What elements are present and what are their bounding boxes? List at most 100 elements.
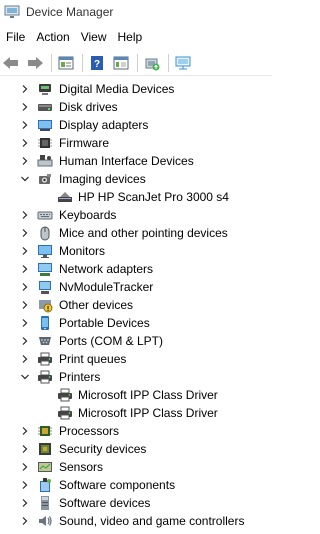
toolbar: ? xyxy=(0,50,272,76)
chevron-right-icon[interactable] xyxy=(19,352,31,366)
tree-item-digital-media-devices[interactable]: Digital Media Devices xyxy=(0,80,272,98)
tree-item-software-devices[interactable]: Software devices xyxy=(0,494,272,512)
chevron-right-icon[interactable] xyxy=(19,460,31,474)
tree-item-display-adapters[interactable]: Display adapters xyxy=(0,116,272,134)
tree-child-hp-hp-scanjet-pro-3000-s4[interactable]: HP HP ScanJet Pro 3000 s4 xyxy=(0,188,272,206)
media-icon xyxy=(37,81,53,97)
tree-item-human-interface-devices[interactable]: Human Interface Devices xyxy=(0,152,272,170)
tree-item-keyboards[interactable]: Keyboards xyxy=(0,206,272,224)
chevron-right-icon[interactable] xyxy=(19,514,31,528)
menu-view[interactable]: View xyxy=(76,30,112,44)
scanner-icon xyxy=(57,189,73,205)
display-icon xyxy=(37,117,53,133)
chevron-right-icon[interactable] xyxy=(19,478,31,492)
tree-item-portable-devices[interactable]: Portable Devices xyxy=(0,314,272,332)
scan-hardware-button[interactable] xyxy=(172,52,194,74)
chevron-right-icon[interactable] xyxy=(19,226,31,240)
chevron-right-icon[interactable] xyxy=(19,244,31,258)
properties-icon xyxy=(58,56,74,69)
chip-icon xyxy=(37,135,53,151)
tree-child-microsoft-ipp-class-driver[interactable]: Microsoft IPP Class Driver xyxy=(0,386,272,404)
chevron-right-icon[interactable] xyxy=(19,262,31,276)
chevron-right-icon[interactable] xyxy=(19,100,31,114)
chevron-right-icon[interactable] xyxy=(19,496,31,510)
properties-button[interactable] xyxy=(55,52,77,74)
menu-help[interactable]: Help xyxy=(113,30,148,44)
tree-item-label: Sound, video and game controllers xyxy=(59,514,245,528)
device-manager-icon xyxy=(4,5,20,18)
back-button[interactable] xyxy=(0,52,22,74)
chevron-right-icon[interactable] xyxy=(19,118,31,132)
chevron-right-icon[interactable] xyxy=(19,154,31,168)
resource-view-button[interactable] xyxy=(110,52,132,74)
printer-icon xyxy=(57,387,73,403)
tree-item-software-components[interactable]: Software components xyxy=(0,476,272,494)
printer-icon xyxy=(37,351,53,367)
tree-item-disk-drives[interactable]: Disk drives xyxy=(0,98,272,116)
tree-item-other-devices[interactable]: ! Other devices xyxy=(0,296,272,314)
mouse-icon xyxy=(37,225,53,241)
chevron-right-icon[interactable] xyxy=(19,82,31,96)
chevron-right-icon[interactable] xyxy=(19,316,31,330)
tree-item-sensors[interactable]: Sensors xyxy=(0,458,272,476)
chevron-right-icon[interactable] xyxy=(19,442,31,456)
software-device-icon xyxy=(37,495,53,511)
toolbar-separator xyxy=(51,53,52,72)
forward-button[interactable] xyxy=(24,52,46,74)
hid-icon xyxy=(37,153,53,169)
software-component-icon xyxy=(37,477,53,493)
tree-item-monitors[interactable]: Monitors xyxy=(0,242,272,260)
tree-child-microsoft-ipp-class-driver[interactable]: Microsoft IPP Class Driver xyxy=(0,404,272,422)
keyboard-icon xyxy=(37,207,53,223)
menu-action[interactable]: Action xyxy=(31,30,74,44)
tree-item-label: Imaging devices xyxy=(59,172,146,186)
tree-item-mice-and-other-pointing-devices[interactable]: Mice and other pointing devices xyxy=(0,224,272,242)
tree-item-label: Disk drives xyxy=(59,100,118,114)
tree-item-print-queues[interactable]: Print queues xyxy=(0,350,272,368)
tree-item-label: Sensors xyxy=(59,460,104,474)
tree-item-network-adapters[interactable]: Network adapters xyxy=(0,260,272,278)
tree-item-ports-com-lpt[interactable]: Ports (COM & LPT) xyxy=(0,332,272,350)
chevron-right-icon[interactable] xyxy=(19,298,31,312)
svg-text:?: ? xyxy=(94,59,100,70)
tree-item-printers[interactable]: Printers xyxy=(0,368,272,386)
back-icon xyxy=(3,56,18,69)
update-driver-button[interactable] xyxy=(141,52,163,74)
sensor-icon xyxy=(37,459,53,475)
tree-item-processors[interactable]: Processors xyxy=(0,422,272,440)
tree-item-label: Ports (COM & LPT) xyxy=(59,334,164,348)
chevron-right-icon[interactable] xyxy=(19,136,31,150)
chevron-right-icon[interactable] xyxy=(19,334,31,348)
tree-item-label: Digital Media Devices xyxy=(59,82,175,96)
menu-file[interactable]: File xyxy=(1,30,30,44)
tree-item-label: Software devices xyxy=(59,496,151,510)
tree-item-label: Network adapters xyxy=(59,262,154,276)
tree-child-label: Microsoft IPP Class Driver xyxy=(78,388,218,402)
tree-item-sound-video-and-game-controllers[interactable]: Sound, video and game controllers xyxy=(0,512,272,530)
tree-item-label: Other devices xyxy=(59,298,134,312)
printer-icon xyxy=(37,369,53,385)
chevron-right-icon[interactable] xyxy=(19,280,31,294)
tree-item-label: Keyboards xyxy=(59,208,117,222)
tree-item-label: Processors xyxy=(59,424,120,438)
window-title: Device Manager xyxy=(26,5,114,19)
help-button[interactable]: ? xyxy=(86,52,108,74)
sound-icon xyxy=(37,513,53,529)
tree-item-imaging-devices[interactable]: Imaging devices xyxy=(0,170,272,188)
tree-item-security-devices[interactable]: Security devices xyxy=(0,440,272,458)
tree-item-label: Firmware xyxy=(59,136,109,150)
chevron-down-icon[interactable] xyxy=(19,172,31,186)
chevron-right-icon[interactable] xyxy=(19,424,31,438)
chevron-down-icon[interactable] xyxy=(19,370,31,384)
tree-item-label: Monitors xyxy=(59,244,106,258)
chevron-right-icon[interactable] xyxy=(19,208,31,222)
tree-item-nvmoduletracker[interactable]: NvModuleTracker xyxy=(0,278,272,296)
menu-bar: File Action View Help xyxy=(0,27,272,47)
tree-item-firmware[interactable]: Firmware xyxy=(0,134,272,152)
toolbar-separator xyxy=(82,53,83,72)
tree-child-label: Microsoft IPP Class Driver xyxy=(78,406,218,420)
camera-icon xyxy=(37,171,53,187)
tree-item-label: Portable Devices xyxy=(59,316,150,330)
tree-item-label: Print queues xyxy=(59,352,127,366)
tree-item-label: Mice and other pointing devices xyxy=(59,226,228,240)
